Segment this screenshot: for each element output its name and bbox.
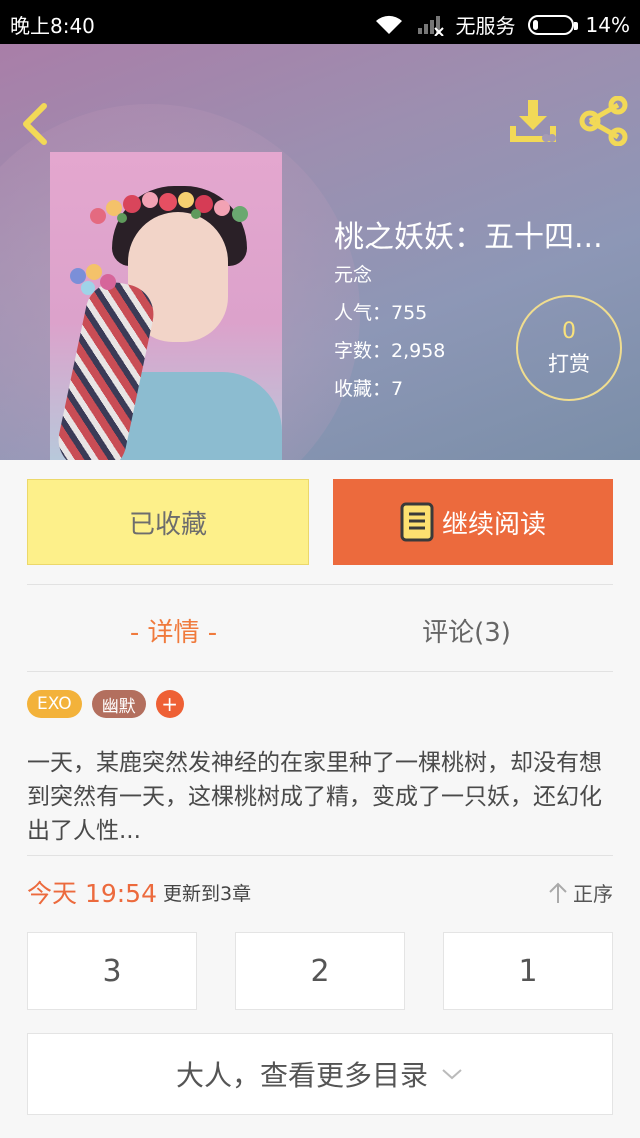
carrier-text: 无服务 (455, 14, 516, 38)
download-icon[interactable] (508, 98, 558, 144)
book-header: 桃之妖妖：五十四... 元念 人气：755 字数：2,958 收藏：7 0 打赏 (0, 44, 640, 460)
cover-flowers (70, 264, 116, 295)
collected-label: 已收藏 (128, 509, 207, 540)
chapter-item[interactable]: 2 (235, 932, 405, 1010)
tab-detail[interactable]: - 详情 - (27, 606, 320, 654)
battery-icon (527, 14, 578, 35)
book-cover[interactable] (50, 152, 282, 460)
update-date: 今天 19:54 (27, 879, 157, 908)
tip-label: 打赏 (548, 352, 590, 376)
book-title: 桃之妖妖：五十四... (334, 220, 603, 255)
tag-humor[interactable]: 幽默 (91, 690, 146, 718)
book-word-count: 字数：2,958 (334, 340, 446, 362)
tag-exo[interactable]: EXO (27, 690, 82, 718)
more-catalog-button[interactable]: 大人，查看更多目录 (27, 1033, 613, 1115)
status-right: 无服务 14% (362, 10, 630, 39)
add-tag-button[interactable]: + (155, 690, 184, 718)
divider (27, 584, 613, 585)
chevron-down-icon (442, 1069, 462, 1080)
wifi-icon (375, 15, 402, 34)
book-popularity: 人气：755 (334, 302, 428, 324)
battery-text: 14% (585, 12, 630, 37)
back-icon[interactable] (16, 102, 56, 146)
book-author[interactable]: 元念 (334, 260, 372, 287)
continue-reading-label: 继续阅读 (441, 509, 546, 540)
arrow-up-icon (549, 882, 567, 903)
collected-button[interactable]: 已收藏 (27, 479, 309, 565)
update-text: 更新到3章 (163, 882, 252, 905)
share-icon[interactable] (578, 96, 630, 146)
divider (27, 671, 613, 672)
tip-count: 0 (562, 319, 576, 344)
battery-fill (532, 19, 538, 30)
tab-comments[interactable]: 评论(3) (320, 606, 613, 654)
tip-button[interactable]: 0 打赏 (516, 295, 622, 401)
sort-label: 正序 (573, 882, 613, 906)
book-favorites: 收藏：7 (334, 378, 404, 400)
chapter-item[interactable]: 3 (27, 932, 197, 1010)
divider (27, 855, 613, 856)
status-bar: 晚上8:40 无服务 14% (0, 0, 640, 44)
more-catalog-label: 大人，查看更多目录 (175, 1059, 428, 1092)
cover-flower-crown (90, 192, 248, 224)
signal-icon (417, 15, 444, 36)
continue-reading-button[interactable]: 继续阅读 (333, 479, 613, 565)
status-time: 晚上8:40 (10, 14, 95, 38)
update-info: 今天 19:54 更新到3章 正序 (27, 872, 613, 912)
sort-button[interactable]: 正序 (547, 878, 613, 907)
book-icon (400, 502, 434, 542)
book-description[interactable]: 一天，某鹿突然发神经的在家里种了一棵桃树，却没有想到突然有一天，这棵桃树成了精，… (27, 746, 613, 848)
tag-list: EXO 幽默 + (27, 690, 194, 718)
chapter-item[interactable]: 1 (443, 932, 613, 1010)
